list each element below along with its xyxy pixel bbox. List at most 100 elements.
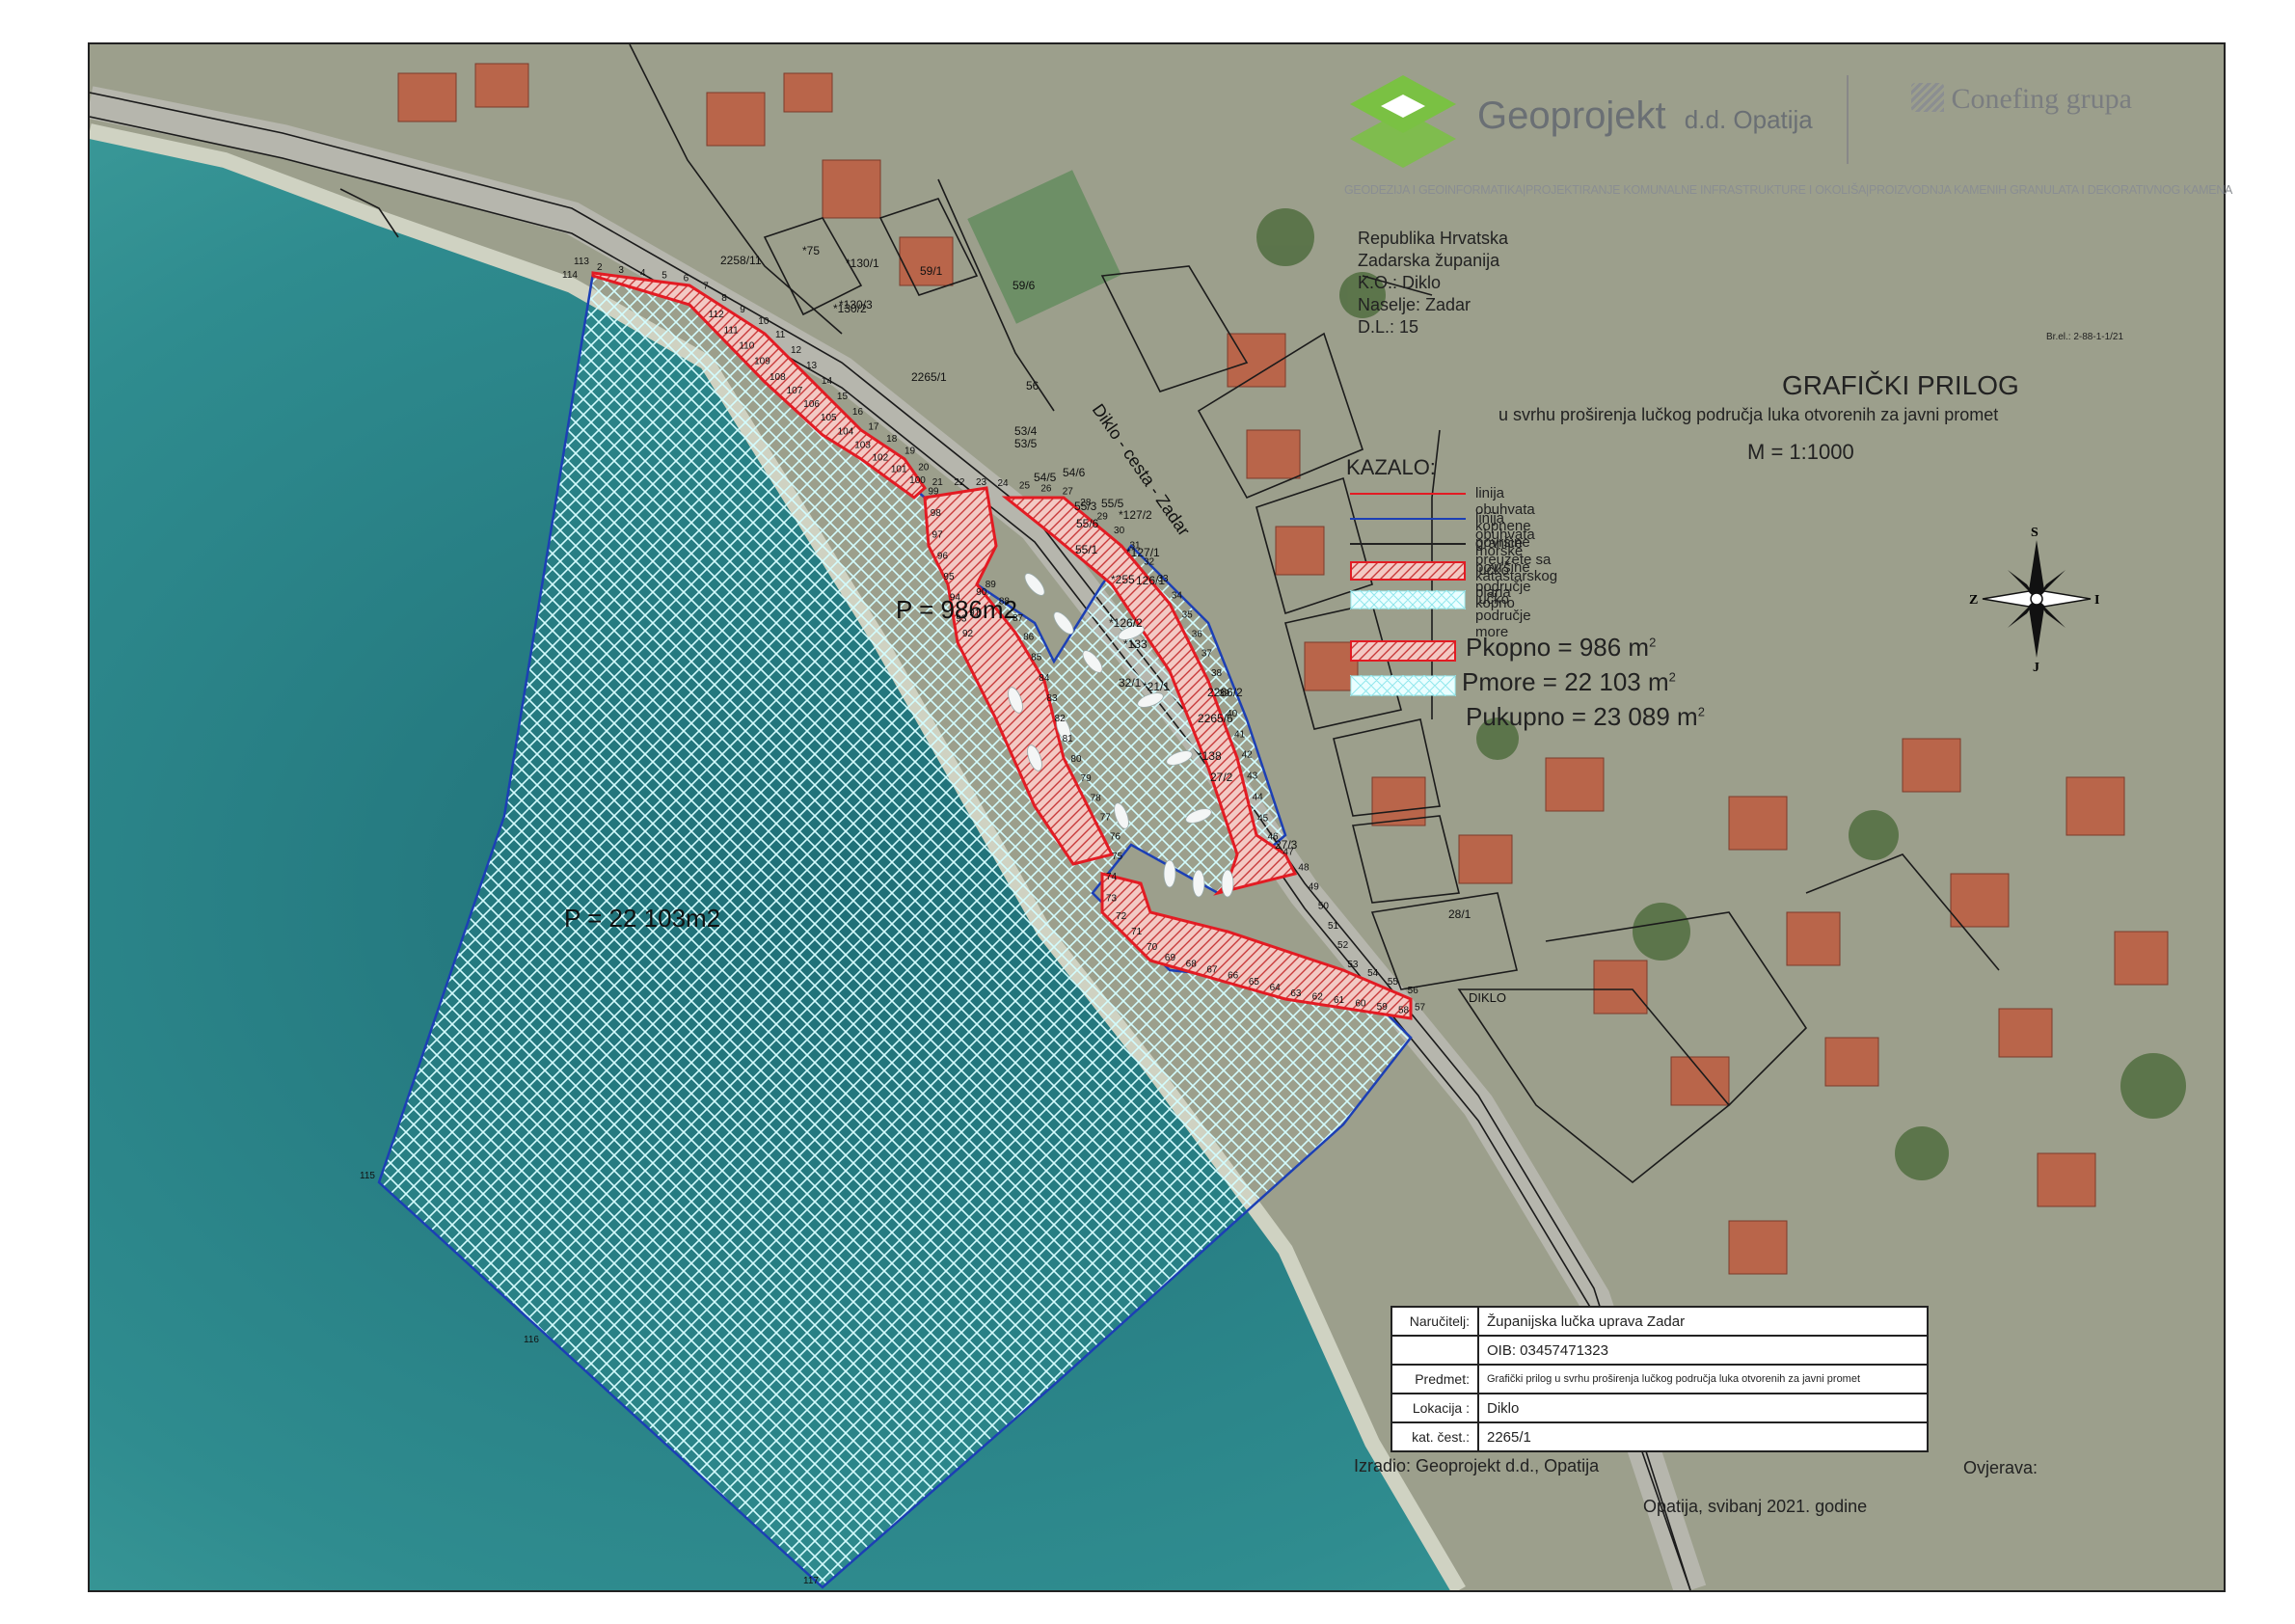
survey-point-number: 72 [1116, 911, 1127, 922]
cyan-crosshatch-icon [1350, 675, 1456, 696]
location-line: D.L.: 15 [1358, 317, 1419, 337]
survey-point-number: 94 [950, 593, 961, 604]
survey-point-number: 26 [1040, 484, 1052, 495]
survey-point-number: 84 [1039, 673, 1050, 684]
survey-point-number: 67 [1206, 965, 1218, 976]
survey-point-number: 42 [1242, 750, 1254, 761]
survey-point-number: 39 [1219, 689, 1230, 699]
survey-point-number: 13 [806, 361, 818, 371]
survey-point-number: 114 [562, 270, 578, 281]
survey-point-number: 89 [986, 580, 997, 590]
survey-point-number: 97 [932, 529, 944, 540]
survey-point-number: 35 [1182, 609, 1194, 620]
survey-point-number: 76 [1110, 832, 1121, 843]
survey-point-number: 40 [1227, 709, 1238, 719]
drawing-scale: M = 1:1000 [1747, 440, 1854, 464]
location-line: Zadarska županija [1358, 251, 1500, 270]
survey-point-number: 37 [1202, 649, 1213, 660]
parcel-number: 59/6 [1012, 279, 1036, 292]
survey-point-number: 49 [1309, 881, 1320, 892]
survey-point-number: 14 [822, 376, 833, 387]
parcel-number: *21/1 [1143, 680, 1170, 693]
survey-point-number: 38 [1211, 668, 1223, 679]
survey-point-number: 34 [1172, 590, 1183, 601]
compass-south: J [2033, 661, 2039, 671]
table-row: Naručitelj: Županijska lučka uprava Zadar [1390, 1306, 1929, 1337]
area-unit-sup: 2 [1697, 704, 1705, 719]
survey-point-number: 3 [618, 265, 624, 276]
table-row: Predmet: Grafički prilog u svrhu proširen… [1390, 1364, 1929, 1394]
parcel-number: *75 [802, 244, 820, 257]
survey-point-number: 6 [684, 274, 689, 284]
parcel-number: *138 [1198, 749, 1222, 763]
survey-point-number: 98 [931, 508, 942, 519]
company-name-main: Geoprojekt [1477, 95, 1666, 137]
reference-number: Br.el.: 2-88-1-1/21 [2046, 332, 2124, 342]
parcel-number: *133 [1123, 637, 1148, 651]
survey-point-number: 91 [969, 609, 981, 619]
cyan-crosshatch-icon [1350, 590, 1466, 609]
survey-point-number: 82 [1055, 714, 1066, 724]
partner-name: Conefing grupa [1951, 83, 2132, 115]
survey-point-number: 75 [1112, 852, 1123, 862]
parcel-number: *127/2 [1119, 508, 1152, 522]
info-table-frame [1342, 1298, 1344, 1587]
parcel-number: 54/6 [1063, 466, 1086, 479]
survey-point-number: 29 [1097, 512, 1109, 523]
survey-point-number: 36 [1192, 629, 1203, 639]
survey-point-number: 73 [1106, 894, 1118, 905]
survey-point-number: 90 [976, 587, 987, 598]
survey-point-number: 17 [868, 421, 879, 432]
survey-point-number: 93 [956, 613, 967, 624]
table-value: OIB: 03457471323 [1477, 1335, 1929, 1366]
compass-rose-icon: S J Z I [1969, 527, 2099, 671]
survey-point-number: 95 [943, 572, 955, 582]
survey-point-number: 30 [1114, 526, 1125, 536]
survey-point-number: 41 [1234, 729, 1246, 740]
survey-point-number: 11 [775, 330, 786, 340]
legend-title: KAZALO: [1346, 455, 1436, 479]
land-area-total: Pkopno = 986 m2 [1466, 633, 1656, 663]
survey-point-number: 107 [787, 386, 803, 396]
blue-line-icon [1350, 518, 1466, 520]
total-area-text: Pukupno = 23 089 m [1466, 702, 1698, 731]
survey-point-number: 28 [1080, 498, 1092, 508]
table-value: Diklo [1477, 1393, 1929, 1423]
company-name: Geoprojekt d.d. Opatija [1477, 95, 1813, 138]
sea-area-label: P = 22 103m2 [564, 904, 720, 933]
survey-point-number: 27 [1063, 486, 1074, 497]
made-by: Izradio: Geoprojekt d.d., Opatija [1354, 1456, 1600, 1475]
red-hatch-icon [1350, 561, 1466, 581]
survey-point-number: 116 [524, 1335, 539, 1345]
survey-point-number: 109 [754, 357, 770, 367]
parcel-number: 54/5 [1034, 471, 1057, 484]
survey-point-number: 2 [597, 262, 603, 273]
table-row: OIB: 03457471323 [1390, 1335, 1929, 1366]
survey-point-number: 25 [1019, 481, 1031, 492]
parcel-number: 27/2 [1210, 771, 1233, 784]
survey-point-number: 105 [821, 413, 837, 423]
info-table: Naručitelj: Županijska lučka uprava Zadar… [1390, 1306, 1929, 1452]
survey-point-number: 101 [891, 464, 907, 474]
survey-point-number: 70 [1147, 942, 1158, 953]
survey-point-number: 7 [703, 282, 709, 292]
black-line-icon [1350, 543, 1466, 545]
survey-point-number: 108 [770, 372, 786, 383]
location-line: K.O.: Diklo [1358, 273, 1442, 292]
survey-point-number: 68 [1186, 959, 1198, 969]
survey-point-number: 18 [886, 434, 898, 445]
red-hatch-icon [1350, 640, 1456, 662]
total-area: Pukupno = 23 089 m2 [1466, 702, 1705, 732]
survey-point-number: 92 [962, 629, 974, 639]
survey-point-number: 45 [1257, 813, 1269, 824]
parcel-number: 2265/1 [911, 370, 947, 384]
parcel-number: 59/1 [920, 264, 943, 278]
survey-point-number: 110 [739, 341, 754, 352]
survey-point-number: 86 [1023, 633, 1035, 643]
survey-point-number: 104 [838, 426, 854, 437]
survey-point-number: 87 [1012, 613, 1024, 624]
survey-point-number: 81 [1063, 734, 1074, 744]
survey-point-number: 12 [791, 345, 802, 356]
compass-west: Z [1969, 593, 1978, 608]
geoprojekt-logo-icon [1350, 75, 1456, 168]
